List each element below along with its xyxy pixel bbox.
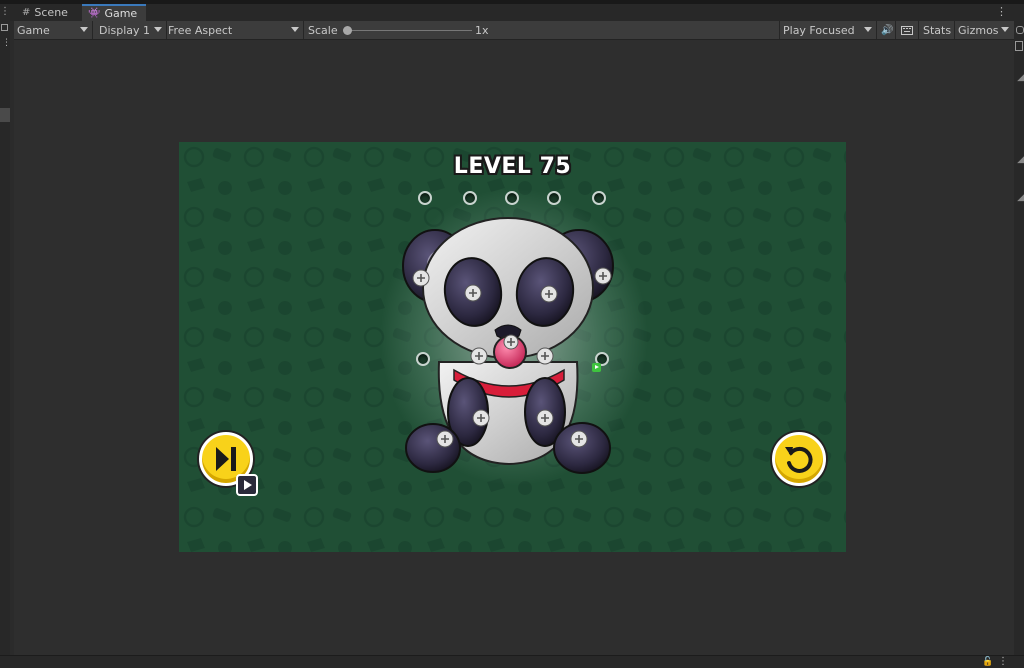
empty-peg-hole[interactable] <box>463 191 477 205</box>
aspect-select-label: Free Aspect <box>168 23 233 37</box>
view-select-label: Game <box>17 23 50 37</box>
panda-right-foot <box>553 422 611 474</box>
left-panel-strip: ⋮ <box>0 21 11 661</box>
maximize-icon[interactable] <box>1 24 8 31</box>
left-menu-icon[interactable]: ⋮ <box>2 38 11 48</box>
video-play-icon <box>244 480 252 490</box>
scale-label-text: Scale <box>308 23 338 37</box>
tab-game-label: Game <box>104 7 138 20</box>
chevron-down-icon <box>154 27 162 32</box>
gizmos-button[interactable]: Gizmos <box>955 21 1013 39</box>
video-ad-badge <box>236 474 258 496</box>
grid-icon: # <box>22 7 31 18</box>
scale-slider-handle[interactable] <box>343 26 352 35</box>
chevron-down-icon <box>1001 27 1009 32</box>
stats-button[interactable]: Stats <box>920 21 954 39</box>
scale-value-text: 1x <box>475 23 489 37</box>
play-mode-select[interactable]: Play Focused <box>780 21 876 39</box>
chevron-down-icon <box>291 27 299 32</box>
collapse-arrow-icon[interactable]: ◢ <box>1017 193 1024 203</box>
play-marker-icon <box>592 363 601 372</box>
empty-peg-hole[interactable] <box>418 191 432 205</box>
panda-puzzle <box>402 217 614 474</box>
chevron-down-icon <box>80 27 88 32</box>
collapse-arrow-icon[interactable]: ◢ <box>1017 155 1024 165</box>
scale-value: 1x <box>472 21 502 39</box>
restart-level-button[interactable] <box>772 432 826 486</box>
left-panel-handle[interactable] <box>0 108 10 122</box>
scale-label: Scale <box>305 21 345 39</box>
display-select[interactable]: Display 1 <box>96 21 166 39</box>
empty-peg-hole[interactable] <box>547 191 561 205</box>
tab-scene-label: Scene <box>34 6 68 19</box>
chevron-down-icon <box>864 27 872 32</box>
tab-strip: ⋮ # Scene 👾 Game ⋮ <box>0 4 1024 21</box>
play-mode-select-label: Play Focused <box>783 23 855 37</box>
tab-game[interactable]: 👾 Game <box>82 4 146 21</box>
gamepad-icon: 👾 <box>88 8 101 19</box>
right-panel-strip: ◢ ◢ ◢ <box>1014 21 1024 661</box>
tab-options-icon[interactable]: ⋮ <box>996 6 1007 18</box>
stats-button-label: Stats <box>923 23 952 37</box>
panda-left-foot <box>405 423 461 473</box>
scale-slider-track[interactable] <box>348 30 472 31</box>
cloud-icon[interactable] <box>1015 41 1023 51</box>
lock-icon[interactable]: 🔓 <box>982 657 993 667</box>
empty-peg-hole[interactable] <box>505 191 519 205</box>
game-canvas[interactable]: LEVEL 75 <box>179 142 846 552</box>
bottom-menu-icon[interactable]: ⋮ <box>998 656 1008 667</box>
collapse-arrow-icon[interactable]: ◢ <box>1017 73 1024 83</box>
panel-menu-icon[interactable]: ⋮ <box>0 6 10 20</box>
restart-icon <box>785 446 813 473</box>
mute-audio-icon[interactable]: 🔊 <box>878 21 894 39</box>
view-select[interactable]: Game <box>14 21 92 39</box>
tab-scene[interactable]: # Scene <box>16 4 76 21</box>
editor-bottom-bar: 🔓 ⋮ <box>0 655 1024 668</box>
aspect-select[interactable]: Free Aspect <box>165 21 303 39</box>
game-view-toolbar: Game Display 1 Free Aspect Scale 1x Play… <box>14 21 1014 40</box>
gizmos-button-label: Gizmos <box>958 23 999 37</box>
keyboard-icon[interactable] <box>898 21 916 39</box>
account-icon[interactable] <box>1016 26 1024 34</box>
empty-peg-hole[interactable] <box>592 191 606 205</box>
level-title: LEVEL 75 <box>453 154 572 179</box>
display-select-label: Display 1 <box>99 23 151 37</box>
